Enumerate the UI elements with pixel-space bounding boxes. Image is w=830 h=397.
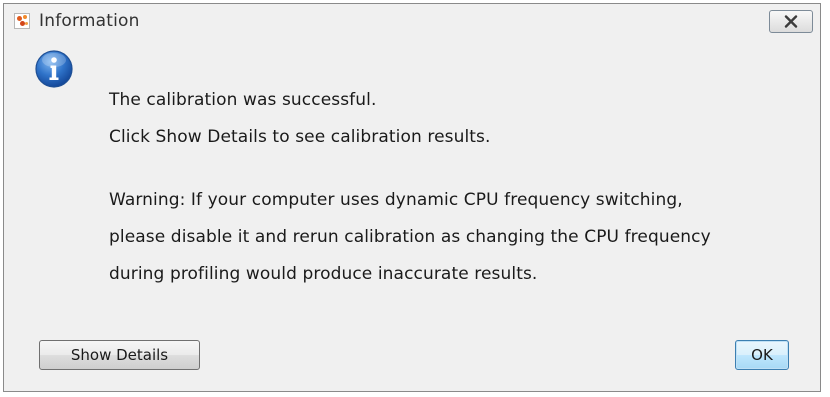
message-line-success: The calibration was successful. bbox=[109, 90, 377, 110]
message-line-warning-cont-1: please disable it and rerun calibration … bbox=[109, 227, 711, 247]
window-title: Information bbox=[39, 11, 140, 31]
close-button[interactable] bbox=[769, 10, 813, 33]
app-logo-icon bbox=[14, 13, 30, 29]
info-icon bbox=[35, 50, 73, 88]
message-line-details-hint: Click Show Details to see calibration re… bbox=[109, 127, 491, 147]
show-details-button[interactable]: Show Details bbox=[39, 340, 200, 370]
title-bar[interactable]: Information bbox=[4, 4, 820, 39]
message-line-warning-cont-2: during profiling would produce inaccurat… bbox=[109, 264, 538, 284]
information-dialog: Information The calibration was successf… bbox=[3, 3, 821, 392]
close-icon bbox=[784, 15, 798, 28]
message-line-warning: Warning: If your computer uses dynamic C… bbox=[109, 190, 683, 210]
ok-button[interactable]: OK bbox=[735, 340, 789, 370]
